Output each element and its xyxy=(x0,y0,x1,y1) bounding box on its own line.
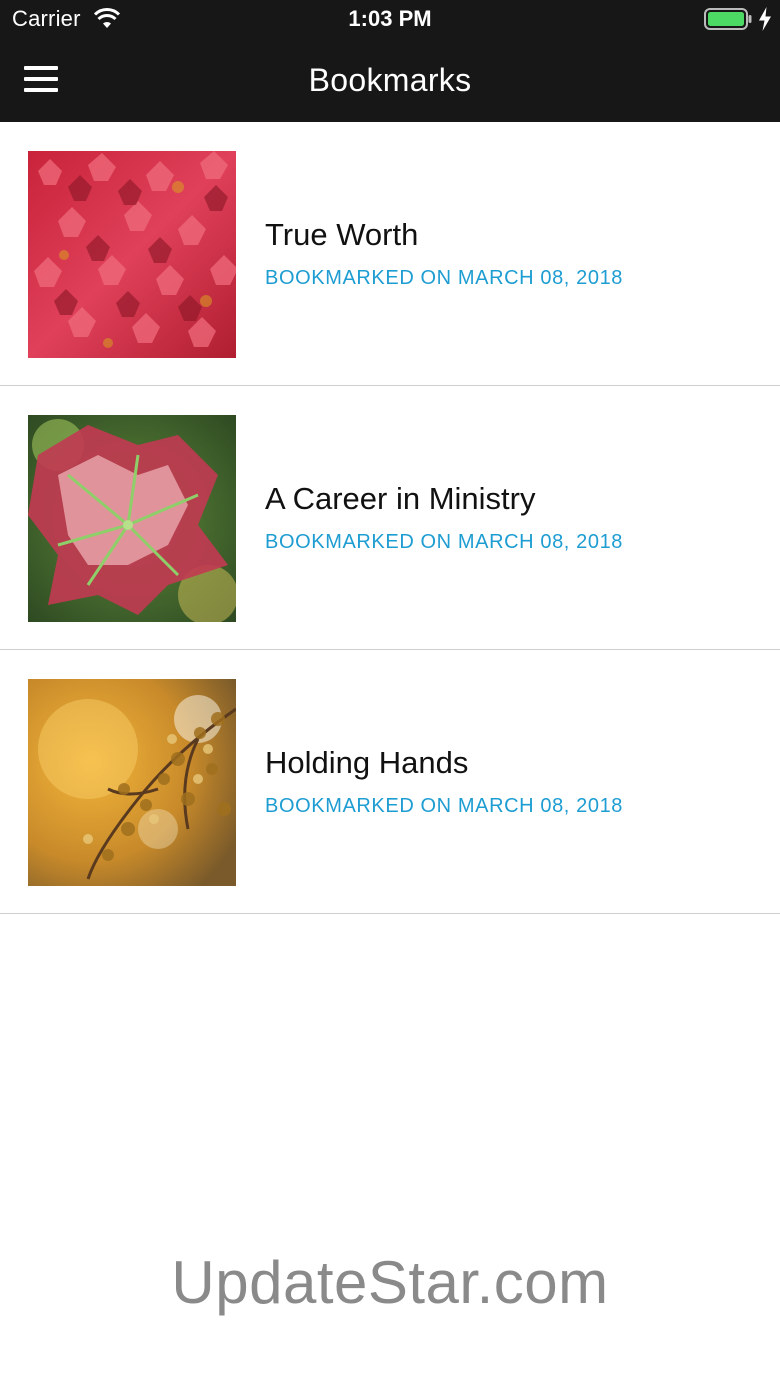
bookmark-date: BOOKMARKED ON MARCH 08, 2018 xyxy=(265,267,624,289)
bookmark-title: A Career in Ministry xyxy=(265,481,536,516)
bookmark-item[interactable]: True Worth BOOKMARKED ON MARCH 08, 2018 xyxy=(0,122,780,386)
status-time: 1:03 PM xyxy=(348,6,432,31)
bookmark-date: BOOKMARKED ON MARCH 08, 2018 xyxy=(265,795,624,817)
battery-icon xyxy=(704,8,752,30)
bookmark-list: True Worth BOOKMARKED ON MARCH 08, 2018 xyxy=(0,122,780,914)
red-ivy-leaves-photo xyxy=(28,151,236,358)
bookmark-item[interactable]: A Career in Ministry BOOKMARKED ON MARCH… xyxy=(0,386,780,650)
charging-bolt-icon xyxy=(759,7,771,31)
navigation-bar: Bookmarks xyxy=(0,40,780,122)
page-title: Bookmarks xyxy=(308,62,472,98)
bookmark-title: True Worth xyxy=(265,217,419,252)
golden-autumn-branches-photo xyxy=(28,679,236,886)
watermark: UpdateStar.com xyxy=(171,1249,609,1316)
autumn-grape-leaf-photo xyxy=(28,415,236,622)
bookmark-title: Holding Hands xyxy=(265,745,469,780)
header: Carrier 1:03 PM Bookmarks xyxy=(0,0,780,122)
status-bar: Carrier 1:03 PM xyxy=(0,0,780,40)
bookmark-date: BOOKMARKED ON MARCH 08, 2018 xyxy=(265,531,624,553)
bookmark-item[interactable]: Holding Hands BOOKMARKED ON MARCH 08, 20… xyxy=(0,650,780,914)
